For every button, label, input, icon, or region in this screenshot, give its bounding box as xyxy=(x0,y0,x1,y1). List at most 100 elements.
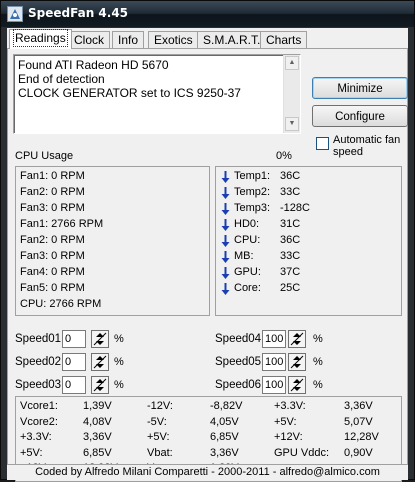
cpu-usage-value: 0% xyxy=(276,150,292,162)
client-area: Readings Clock Info Exotics S.M.A.R.T. C… xyxy=(7,28,408,472)
voltage-value: 1,39V xyxy=(83,400,112,412)
speed01-spinner-icon[interactable] xyxy=(91,330,109,348)
fan-reading: Fan2: 0 RPM xyxy=(20,234,85,246)
voltage-row: Vcore2: 4,08V xyxy=(20,416,145,432)
voltage-value: 5,07V xyxy=(344,416,373,428)
voltage-row: +5V: 5,07V xyxy=(274,416,399,432)
voltage-row: +12V: 12,28V xyxy=(274,431,399,447)
voltage-label: +3.3V: xyxy=(274,400,306,412)
voltage-row: Vbat: 3,36V xyxy=(147,447,272,463)
temp-down-arrow-icon xyxy=(221,282,230,296)
speed-label: Speed01: xyxy=(15,333,64,345)
voltage-value: 12,28V xyxy=(344,431,379,443)
voltage-value: -8,82V xyxy=(210,400,242,412)
temp-value: 31C xyxy=(280,218,300,230)
temp-value: 36C xyxy=(280,170,300,182)
minimize-button[interactable]: Minimize xyxy=(312,77,408,99)
temp-down-arrow-icon xyxy=(221,202,230,216)
log-line: CLOCK GENERATOR set to ICS 9250-37 xyxy=(18,86,241,100)
voltage-label: -5V: xyxy=(147,416,167,428)
speed02-input[interactable]: 0 xyxy=(62,353,86,371)
tab-charts[interactable]: Charts xyxy=(260,31,307,48)
voltage-value: 3,36V xyxy=(83,431,112,443)
log-line: End of detection xyxy=(18,72,241,86)
speed-label: Speed05: xyxy=(215,356,264,368)
voltage-row: +3.3V: 3,36V xyxy=(274,400,399,416)
temp-value: 36C xyxy=(280,234,300,246)
speed05-spinner-icon[interactable] xyxy=(288,353,306,371)
voltage-label: +5V: xyxy=(274,416,297,428)
voltage-label: +5V: xyxy=(147,431,170,443)
temp-label: Core: xyxy=(234,282,261,294)
speedfan-window: SpeedFan 4.45 Readings Clock Info Exotic… xyxy=(0,0,415,480)
speed06-input[interactable]: 100 xyxy=(262,376,286,394)
tab-label: Readings xyxy=(15,31,66,45)
detection-log[interactable]: Found ATI Radeon HD 5670 End of detectio… xyxy=(13,54,301,134)
scroll-down-icon[interactable]: ▼ xyxy=(285,117,299,131)
percent-sign: % xyxy=(114,333,124,345)
voltage-value: 4,05V xyxy=(210,416,239,428)
temp-value: 33C xyxy=(280,250,300,262)
speed-label: Speed02: xyxy=(15,356,64,368)
auto-fan-label-line: speed xyxy=(333,146,413,158)
speed05-input[interactable]: 100 xyxy=(262,353,286,371)
voltage-value: 4,08V xyxy=(83,416,112,428)
temp-label: GPU: xyxy=(234,266,261,278)
voltage-row: +3.3V: 3,36V xyxy=(20,431,145,447)
status-bar: Coded by Alfredo Milani Comparetti - 200… xyxy=(7,464,408,480)
fan-reading: CPU: 2766 RPM xyxy=(20,298,101,310)
speed01-input[interactable]: 0 xyxy=(62,330,86,348)
temp-down-arrow-icon xyxy=(221,266,230,280)
tab-readings[interactable]: Readings xyxy=(9,29,72,49)
voltage-label: Vbat: xyxy=(147,447,173,459)
temp-value: -128C xyxy=(280,202,310,214)
temp-label: HD0: xyxy=(234,218,259,230)
configure-button[interactable]: Configure xyxy=(312,105,408,127)
temp-label: Temp1: xyxy=(234,170,270,182)
speed03-spinner-icon[interactable] xyxy=(91,376,109,394)
speed03-input[interactable]: 0 xyxy=(62,376,86,394)
scroll-up-icon[interactable]: ▲ xyxy=(285,56,299,70)
auto-fan-speed-label: Automatic fan speed xyxy=(333,134,413,158)
temp-label: CPU: xyxy=(234,234,260,246)
speed02-spinner-icon[interactable] xyxy=(91,353,109,371)
fan-reading: Fan3: 0 RPM xyxy=(20,250,85,262)
fan-reading: Fan1: 0 RPM xyxy=(20,170,85,182)
voltage-row: +5V: 6,85V xyxy=(20,447,145,463)
speed06-spinner-icon[interactable] xyxy=(288,376,306,394)
tab-info[interactable]: Info xyxy=(112,31,144,48)
percent-sign: % xyxy=(313,333,323,345)
speed-label: Speed04: xyxy=(215,333,264,345)
fan-reading: Fan3: 0 RPM xyxy=(20,202,85,214)
voltage-value: 3,36V xyxy=(344,400,373,412)
log-scrollbar[interactable]: ▲ ▼ xyxy=(283,55,300,133)
voltage-value: 6,85V xyxy=(210,431,239,443)
readings-page: Found ATI Radeon HD 5670 End of detectio… xyxy=(7,48,408,473)
speed04-input[interactable]: 100 xyxy=(262,330,286,348)
title-bar[interactable]: SpeedFan 4.45 xyxy=(1,1,414,27)
auto-fan-speed-checkbox[interactable] xyxy=(316,137,329,150)
fan-reading: Fan5: 0 RPM xyxy=(20,282,85,294)
voltage-row: GPU Vddc: 0,90V xyxy=(274,447,399,463)
voltage-label: +5V: xyxy=(20,447,43,459)
window-title: SpeedFan 4.45 xyxy=(28,6,128,20)
temperature-panel: Temp1: 36C Temp2: 33C Temp3: -128C HD0: 31C CPU:… xyxy=(215,166,402,316)
fan-reading: Fan2: 0 RPM xyxy=(20,186,85,198)
temp-label: Temp2: xyxy=(234,186,270,198)
speed04-spinner-icon[interactable] xyxy=(288,330,306,348)
voltage-column: +3.3V: 3,36V +5V: 5,07V +12V: 12,28V GPU Vddc:… xyxy=(274,400,399,462)
voltage-value: 3,36V xyxy=(210,447,239,459)
tab-exotics[interactable]: Exotics xyxy=(148,31,199,48)
voltage-label: +12V: xyxy=(274,431,303,443)
voltage-row: +5V: 6,85V xyxy=(147,431,272,447)
speedfan-app-icon xyxy=(7,6,23,22)
tab-smart[interactable]: S.M.A.R.T. xyxy=(197,31,266,48)
fan-reading: Fan1: 2766 RPM xyxy=(20,218,103,230)
temp-down-arrow-icon xyxy=(221,186,230,200)
tab-strip: Readings Clock Info Exotics S.M.A.R.T. C… xyxy=(7,29,408,49)
fan-reading: Fan4: 0 RPM xyxy=(20,266,85,278)
tab-clock[interactable]: Clock xyxy=(68,31,110,48)
speed-label: Speed03: xyxy=(15,379,64,391)
log-line: Found ATI Radeon HD 5670 xyxy=(18,58,241,72)
cpu-usage-label: CPU Usage xyxy=(15,150,73,162)
